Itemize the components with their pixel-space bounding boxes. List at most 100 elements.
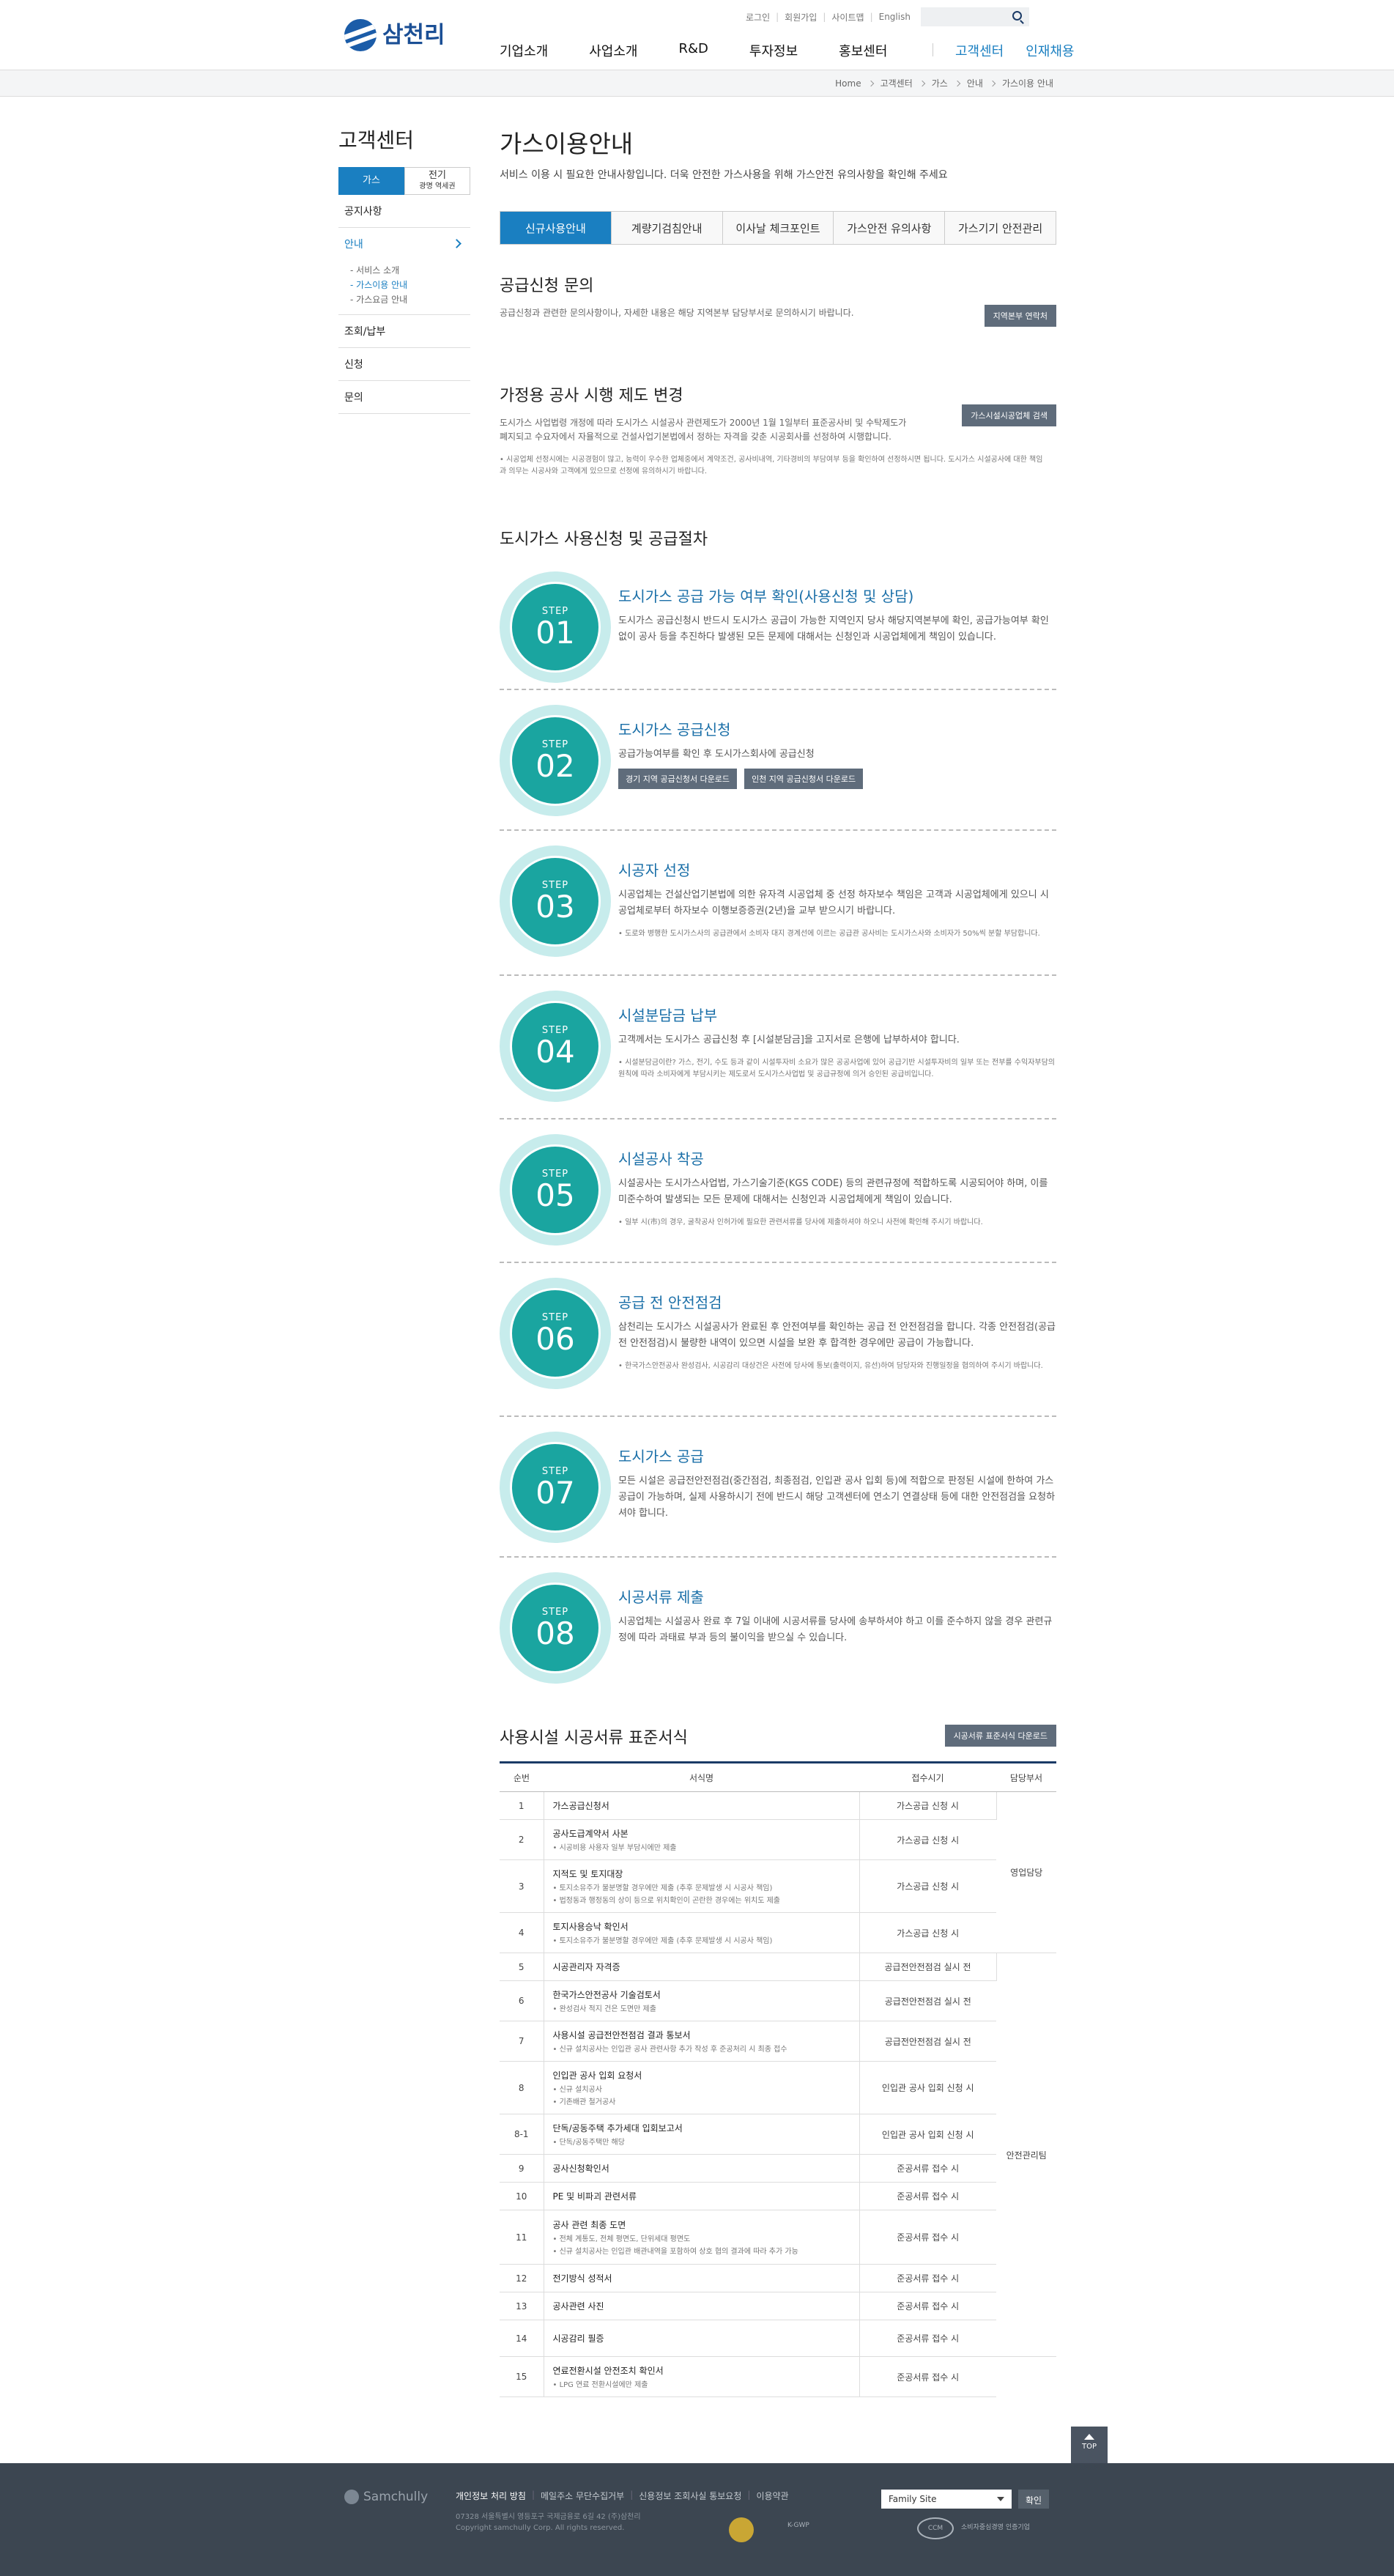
step-badge: STEP 03 [510,856,601,947]
breadcrumb-item[interactable]: 가스 [932,77,948,89]
step-download-button[interactable]: 경기 지역 공급신청서 다운로드 [618,769,738,789]
form-time: 준공서류 접수 시 [859,2356,996,2397]
breadcrumb-home[interactable]: Home [835,78,861,89]
nav-customer[interactable]: 고객센터 [955,41,1004,60]
nav-company[interactable]: 기업소개 [500,41,548,60]
form-name: 공사관련 사진 [552,2301,604,2312]
footer-link-privacy[interactable]: 개인정보 처리 방침 [456,2490,526,2502]
tab-appliance[interactable]: 가스기기 안전관리 [945,212,1056,244]
side-menu-contact[interactable]: 문의 [338,381,470,414]
step-circle: STEP 07 [500,1432,611,1543]
side-menu-inquiry-pay[interactable]: 조회/납부 [338,315,470,348]
forms-table-body: 1가스공급신청서가스공급 신청 시영업담당2공사도급계약서 사본시공비용 사용자… [500,1791,1056,2397]
award-badge-icon [729,2517,754,2542]
submenu-gas-guide[interactable]: 가스이용 안내 [350,278,459,292]
join-link[interactable]: 회원가입 [785,11,817,23]
tab-safety[interactable]: 가스안전 유의사항 [834,212,946,244]
tab-new-user[interactable]: 신규사용안내 [500,212,612,244]
form-name-cell: 한국가스안전공사 기술검토서완성검사 적지 건은 도면만 제출 [544,1980,860,2021]
step-number: 01 [535,615,575,651]
form-time: 준공서류 접수 시 [859,2320,996,2357]
nav-ir[interactable]: 투자정보 [749,41,798,60]
side-menu-apply[interactable]: 신청 [338,348,470,381]
breadcrumb-current: 가스이용 안내 [1001,78,1053,89]
region-contact-button[interactable]: 지역본부 연락처 [984,305,1056,327]
step-circle: STEP 04 [500,991,611,1102]
tab-meter[interactable]: 계량기검침안내 [611,212,723,244]
search-icon[interactable] [1012,11,1022,21]
submenu-service[interactable]: 서비스 소개 [350,263,459,278]
system-change-note: 시공업체 선정시에는 시공경험이 많고, 능력이 우수한 업체중에서 계약조건,… [500,454,1056,478]
family-site-confirm-button[interactable]: 확인 [1018,2490,1049,2509]
step-number: 08 [535,1615,575,1651]
procedure-step: STEP 05 시설공사 착공 시설공사는 도시가스사업법, 가스기술기준(KGS C… [500,1134,1056,1263]
form-time: 인입관 공사 입회 신청 시 [859,2061,996,2114]
step-download-button[interactable]: 인천 지역 공급신청서 다운로드 [744,769,864,789]
sitemap-link[interactable]: 사이트맵 [831,11,864,23]
procedure-step: STEP 02 도시가스 공급신청 공급가능여부를 확인 후 도시가스회사에 공급신청… [500,705,1056,831]
footer-link-terms[interactable]: 이용약관 [756,2490,788,2502]
footer-links: 개인정보 처리 방침 | 메일주소 무단수집거부 | 신용정보 조회사실 통보요청 |… [456,2490,789,2502]
site-footer: Samchully 개인정보 처리 방침 | 메일주소 무단수집거부 | 신용정보 … [0,2463,1394,2576]
english-link[interactable]: English [879,12,911,22]
submenu-gas-fee[interactable]: 가스요금 안내 [350,292,459,307]
form-name: 공사 관련 최종 도면 [552,2220,626,2230]
chevron-right-icon [954,80,961,86]
form-name-cell: 지적도 및 토지대장토지소유주가 불분명할 경우에만 제출 (추후 문제발생 시… [544,1859,860,1913]
side-tab-electric[interactable]: 전기 광명 역세권 [404,167,470,195]
logo-text: 삼천리 [382,21,445,48]
table-row: 9 공사신청확인서 준공서류 접수 시 [500,2154,1056,2183]
side-tab-gas[interactable]: 가스 [338,167,404,195]
procedure-title: 도시가스 사용신청 및 공급절차 [500,530,708,549]
top-button[interactable]: TOP [1071,2427,1108,2463]
side-menu: 공지사항 안내 서비스 소개 가스이용 안내 가스요금 안내 조회/납부 신청 … [338,195,470,414]
side-nav: 고객센터 가스 전기광명 역세권 공지사항 안내 서비스 소개 가스이용 안내 … [338,125,470,414]
search-input[interactable] [920,7,1029,26]
nav-recruit[interactable]: 인재채용 [1026,41,1074,60]
form-time: 준공서류 접수 시 [859,2210,996,2265]
forms-download-button[interactable]: 시공서류 표준서식 다운로드 [944,1725,1056,1747]
form-dept: 안전관리팀 [996,1953,1056,2357]
form-no: 8 [500,2061,544,2114]
form-no: 5 [500,1953,544,1981]
form-note: 법정동과 행정동의 상이 등으로 위치확인이 곤란한 경우에는 위치도 제출 [553,1894,850,1905]
form-no: 10 [500,2182,544,2210]
form-note: 신규 설치공사는 인입관 공사 관련사항 추가 작성 후 준공처리 시 최종 접… [553,2043,850,2054]
form-name-cell: 시공관리자 자격증 [544,1953,860,1981]
breadcrumb-item[interactable]: 안내 [967,77,983,89]
tab-moving[interactable]: 이사날 체크포인트 [722,212,834,244]
page-lead: 서비스 이용 시 필요한 안내사항입니다. 더욱 안전한 가스사용을 위해 가스… [500,169,948,181]
login-link[interactable]: 로그인 [746,11,770,23]
step-number: 06 [535,1321,575,1357]
table-row: 4토지사용승낙 확인서토지소유주가 불분명할 경우에만 제출 (추후 문제발생 … [500,1912,1056,1953]
step-text: 시공업체는 시설공사 완료 후 7일 이내에 시공서류를 당사에 송부하셔야 하… [618,1616,1053,1643]
side-menu-guide[interactable]: 안내 [338,228,470,260]
table-row: 11공사 관련 최종 도면전체 계통도, 전체 평면도, 단위세대 평면도신규 … [500,2210,1056,2265]
nav-business[interactable]: 사업소개 [589,41,637,60]
nav-pr[interactable]: 홍보센터 [839,41,887,60]
procedure-step: STEP 03 시공자 선정 시공업체는 건설산업기본법에 의한 유자격 시공업체 중… [500,845,1056,976]
step-title: 도시가스 공급신청 [618,721,731,739]
footer-link-credit[interactable]: 신용정보 조회사실 통보요청 [639,2490,741,2502]
step-badge: STEP 06 [510,1288,601,1379]
col-no: 순번 [500,1761,544,1792]
step-badge: STEP 01 [510,582,601,673]
nav-rnd[interactable]: R&D [679,41,708,60]
forms-section: 사용시설 시공서류 표준서식 시공서류 표준서식 다운로드 순번 서식명 접수시… [500,1725,1056,2397]
footer-link-email[interactable]: 메일주소 무단수집거부 [541,2490,624,2502]
side-tab-electric-label: 전기 [429,169,446,181]
table-row: 8인입관 공사 입회 요청서신규 설치공사기존배관 철거공사인입관 공사 입회 … [500,2061,1056,2114]
breadcrumb-item[interactable]: 고객센터 [880,77,913,89]
form-no: 3 [500,1859,544,1913]
system-change-section: 가정용 공사 시행 제도 변경 도시가스 사업법령 개정에 따라 도시가스 시설… [500,382,1056,507]
form-time: 준공서류 접수 시 [859,2292,996,2320]
family-site-select[interactable]: Family Site [881,2490,1012,2509]
footer-address-line: 07328 서울특별시 영등포구 국제금융로 6길 42 (주)삼천리 [456,2513,641,2521]
contractor-search-button[interactable]: 가스시설시공업체 검색 [962,404,1056,426]
step-text: 시설공사는 도시가스사업법, 가스기술기준(KGS CODE) 등의 관련규정에… [618,1178,1048,1205]
side-menu-notice[interactable]: 공지사항 [338,195,470,228]
side-tab-electric-sub: 광명 역세권 [419,182,456,190]
logo[interactable]: 삼천리 [344,19,445,51]
form-name-cell: 전기방식 성적서 [544,2264,860,2292]
form-no: 14 [500,2320,544,2357]
